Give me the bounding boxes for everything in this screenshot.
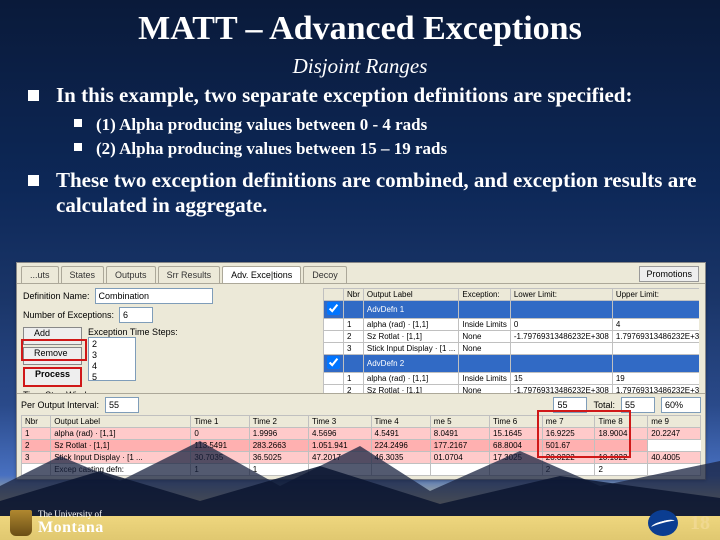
results-row[interactable]: Excep casting defn:1122 bbox=[22, 464, 701, 476]
tab-0[interactable]: ...uts bbox=[21, 266, 59, 283]
university-logo: The University of Montana bbox=[10, 509, 104, 537]
tab-strip: ...uts States Outputs Srr Results Adv. E… bbox=[17, 263, 705, 284]
label-num-exceptions: Number of Exceptions: bbox=[23, 310, 114, 320]
results-panel: Per Output Interval: 55 55 Total: 55 60%… bbox=[17, 393, 705, 479]
tab-5[interactable]: Decoy bbox=[303, 266, 347, 283]
tab-2[interactable]: Outputs bbox=[106, 266, 156, 283]
bullet-list: In this example, two separate exception … bbox=[28, 83, 702, 218]
bullet-1b: (2) Alpha producing values between 15 – … bbox=[74, 138, 702, 159]
label-definition-name: Definition Name: bbox=[23, 291, 90, 301]
grid-row[interactable]: AdvDefn 1 bbox=[324, 301, 700, 319]
results-row[interactable]: 3Stick Input Display · [1 ...30.703536.5… bbox=[22, 452, 701, 464]
results-row[interactable]: 1alpha (rad) · [1,1]01.99964.56964.54918… bbox=[22, 428, 701, 440]
exception-steps-list[interactable]: 2 3 4 5 bbox=[88, 337, 136, 381]
grid-row[interactable]: 2Sz Rotlat · [1,1]None-1.79769313486232E… bbox=[324, 331, 700, 343]
label-per-output: Per Output Interval: bbox=[21, 400, 99, 410]
process-button[interactable]: Process bbox=[23, 367, 82, 387]
footer: The University of Montana 18 bbox=[0, 506, 720, 540]
slide-subtitle: Disjoint Ranges bbox=[0, 54, 720, 79]
per-output-value[interactable]: 55 bbox=[105, 397, 139, 413]
row-checkbox[interactable] bbox=[327, 356, 340, 369]
exception-grid[interactable]: NbrOutput LabelException:Lower Limit:Upp… bbox=[323, 288, 699, 409]
total-value-2: 55 bbox=[621, 397, 655, 413]
app-screenshot: ...uts States Outputs Srr Results Adv. E… bbox=[16, 262, 706, 480]
shield-icon bbox=[10, 510, 32, 536]
bullet-1: In this example, two separate exception … bbox=[28, 83, 702, 160]
tab-3[interactable]: Srr Results bbox=[158, 266, 221, 283]
bullet-1a: (1) Alpha producing values between 0 - 4… bbox=[74, 114, 702, 135]
label-total: Total: bbox=[593, 400, 615, 410]
results-row[interactable]: 2Sz Rotlat · [1,1]113.5491283.26631.051.… bbox=[22, 440, 701, 452]
definition-name-select[interactable]: Combination bbox=[95, 288, 213, 304]
total-pct: 60% bbox=[661, 397, 701, 413]
row-checkbox[interactable] bbox=[327, 302, 340, 315]
num-exceptions-input[interactable]: 6 bbox=[119, 307, 153, 323]
nasa-logo-icon bbox=[648, 510, 678, 536]
total-value-1: 55 bbox=[553, 397, 587, 413]
add-button[interactable]: Add bbox=[23, 327, 82, 345]
page-number: 18 bbox=[690, 512, 710, 535]
slide-title: MATT – Advanced Exceptions bbox=[0, 0, 720, 52]
promotions-button[interactable]: Promotions bbox=[639, 266, 699, 282]
label-exc-time: Exception Time Steps: bbox=[88, 327, 178, 337]
results-grid[interactable]: NbrOutput LabelTime 1Time 2Time 3Time 4m… bbox=[21, 415, 701, 476]
grid-row[interactable]: AdvDefn 2 bbox=[324, 355, 700, 373]
grid-row[interactable]: 1alpha (rad) · [1,1]Inside Limits1519 bbox=[324, 373, 700, 385]
remove-button[interactable]: Remove bbox=[23, 347, 82, 365]
tab-adv-exceptions[interactable]: Adv. Exce|tions bbox=[222, 266, 301, 283]
tab-1[interactable]: States bbox=[61, 266, 105, 283]
grid-row[interactable]: 3Stick Input Display · [1 ...None bbox=[324, 343, 700, 355]
bullet-2: These two exception definitions are comb… bbox=[28, 168, 702, 218]
grid-row[interactable]: 1alpha (rad) · [1,1]Inside Limits04 bbox=[324, 319, 700, 331]
